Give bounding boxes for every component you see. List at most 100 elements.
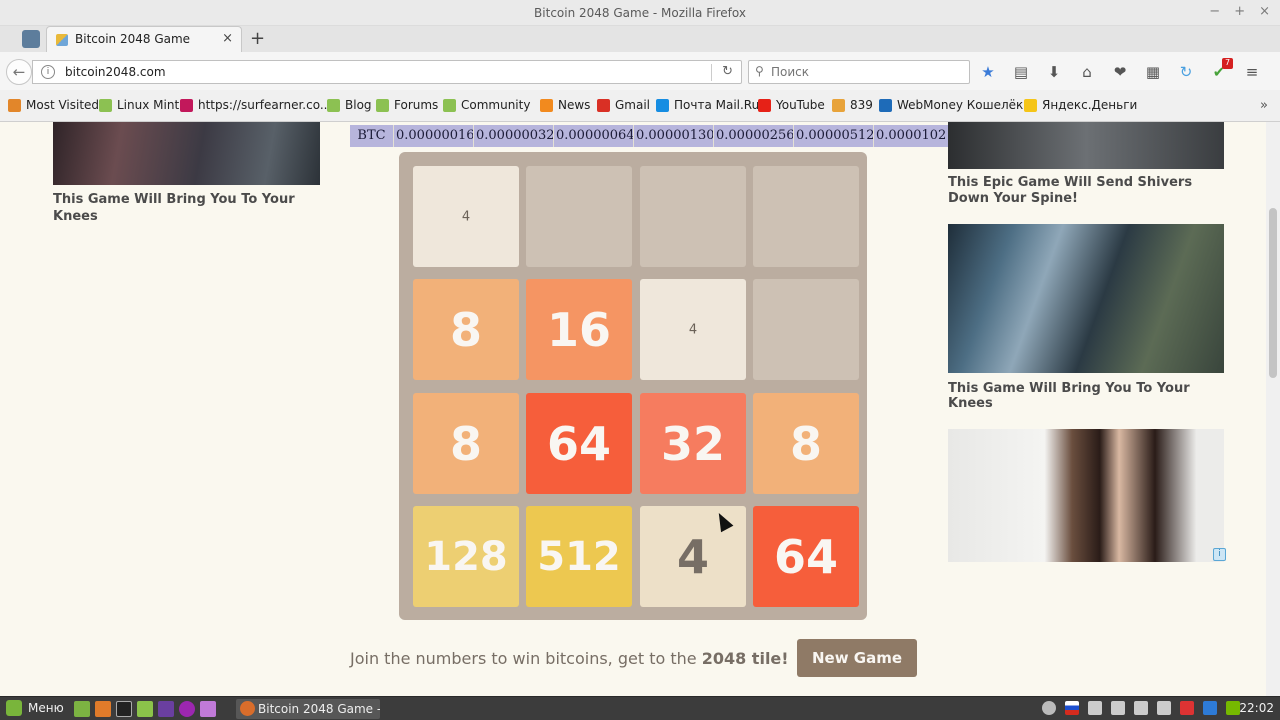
- bookmark-839[interactable]: 839: [832, 98, 873, 112]
- maximize-icon[interactable]: +: [1234, 4, 1245, 19]
- bookmark-linux-mint-icon: [99, 98, 112, 112]
- right-ad-image-2[interactable]: [948, 224, 1224, 373]
- reload-icon[interactable]: ↻: [722, 64, 733, 79]
- right-ad-image-3[interactable]: [948, 429, 1224, 562]
- tile-value: 32: [660, 416, 725, 471]
- bookmarks-bar: Most Visited Linux Mint https://surfearner…: [0, 90, 1280, 122]
- bookmark-community-icon: [443, 98, 456, 112]
- shield-icon[interactable]: [1203, 701, 1217, 715]
- bookmark-blog[interactable]: Blog: [327, 98, 372, 112]
- back-button[interactable]: ←: [6, 59, 32, 85]
- tile-8: 8: [753, 393, 859, 494]
- close-window-icon[interactable]: ×: [1259, 4, 1270, 19]
- bookmark-youtube[interactable]: YouTube: [758, 98, 825, 112]
- bookmark-youtube-icon: [758, 98, 771, 112]
- media-launcher-icon[interactable]: [179, 701, 195, 717]
- bookmark-community[interactable]: Community: [443, 98, 530, 112]
- pocket-icon[interactable]: ❤: [1110, 62, 1130, 82]
- bookmark-yandex-money[interactable]: Яндекс.Деньги: [1024, 98, 1137, 112]
- clipboard-icon[interactable]: [1157, 701, 1171, 715]
- tile-8: 8: [413, 279, 519, 380]
- bookmark-surfearner[interactable]: https://surfearner.co...: [180, 98, 331, 112]
- extension-icon[interactable]: ▦: [1143, 62, 1163, 82]
- app-launcher-icon[interactable]: [158, 701, 174, 717]
- bookmark-linux-mint[interactable]: Linux Mint: [99, 98, 179, 112]
- url-bar[interactable]: i bitcoin2048.com ↻: [32, 60, 742, 84]
- minimize-icon[interactable]: −: [1209, 4, 1220, 19]
- search-input[interactable]: [771, 64, 961, 80]
- bookmark-label: Linux Mint: [117, 98, 180, 112]
- terminal-launcher-icon[interactable]: [116, 701, 132, 717]
- download-icon[interactable]: ⬇: [1044, 62, 1064, 82]
- join-bold: 2048 tile!: [701, 649, 789, 668]
- tile-value: 4: [676, 529, 709, 584]
- network-icon[interactable]: [1088, 701, 1102, 715]
- reading-list-icon[interactable]: ▤: [1011, 62, 1031, 82]
- bookmark-label: Most Visited: [26, 98, 100, 112]
- volume-icon[interactable]: [1111, 701, 1125, 715]
- bookmark-webmoney[interactable]: WebMoney Кошелёк »: [879, 98, 1034, 112]
- tile-64: 64: [753, 506, 859, 607]
- tile-value: 8: [449, 302, 482, 357]
- home-icon[interactable]: ⌂: [1077, 62, 1097, 82]
- left-ad-image[interactable]: [53, 122, 320, 185]
- new-tab-button[interactable]: +: [250, 28, 265, 49]
- user-icon[interactable]: [1042, 701, 1056, 715]
- right-ad-caption-1[interactable]: This Epic Game Will Send Shivers Down Yo…: [948, 175, 1218, 207]
- tab-bitcoin-2048[interactable]: Bitcoin 2048 Game ×: [46, 26, 242, 53]
- tile-empty: [526, 166, 632, 267]
- bookmark-yandex-money-icon: [1024, 98, 1037, 112]
- start-menu-button[interactable]: Меню: [6, 700, 64, 716]
- firefox-task-icon: [240, 701, 255, 716]
- tab-close-icon[interactable]: ×: [222, 31, 233, 46]
- bookmark-most-visited-icon: [8, 98, 21, 112]
- scrollbar-thumb[interactable]: [1269, 208, 1277, 378]
- bookmark-star-icon[interactable]: ★: [978, 62, 998, 82]
- hamburger-menu-icon[interactable]: ≡: [1242, 62, 1262, 82]
- recorder-icon[interactable]: [1180, 701, 1194, 715]
- bookmark-news[interactable]: News: [540, 98, 590, 112]
- menu-label: Меню: [28, 701, 64, 715]
- bookmark-label: YouTube: [776, 98, 825, 112]
- bookmark-news-icon: [540, 98, 553, 112]
- search-icon: ⚲: [755, 64, 764, 78]
- tile-value: 64: [773, 529, 838, 584]
- left-ad-caption[interactable]: This Game Will Bring You To Your Knees: [53, 191, 313, 225]
- clock: 22:02: [1239, 701, 1274, 715]
- bookmark-most-visited[interactable]: Most Visited: [8, 98, 99, 112]
- game-board[interactable]: 4 8 16 4 8 64 32 8 128 512 4 64: [399, 152, 867, 620]
- bookmark-gmail[interactable]: Gmail: [597, 98, 650, 112]
- image-launcher-icon[interactable]: [200, 701, 216, 717]
- bookmark-gmail-icon: [597, 98, 610, 112]
- right-ad-caption-2[interactable]: This Game Will Bring You To Your Knees: [948, 381, 1218, 411]
- btc-price-row: BTC 0.00000016 0.00000032 0.00000064 0.00000…: [350, 125, 948, 147]
- tile-value: 8: [449, 416, 482, 471]
- search-bar[interactable]: ⚲: [748, 60, 970, 84]
- bookmarks-overflow-chevron-icon[interactable]: »: [1260, 98, 1268, 113]
- bookmark-forums[interactable]: Forums: [376, 98, 438, 112]
- tile-value: 64: [546, 416, 611, 471]
- addon-badge-icon[interactable]: ✔ 7: [1209, 58, 1233, 82]
- battery-icon[interactable]: [1134, 701, 1148, 715]
- bookmark-surfearner-icon: [180, 98, 193, 112]
- bookmark-label: 839: [850, 98, 873, 112]
- firefox-launcher-icon[interactable]: [95, 701, 111, 717]
- tile-empty: [753, 166, 859, 267]
- tab-groups-icon[interactable]: [22, 30, 40, 48]
- tile-value: 128: [424, 533, 508, 580]
- join-text: Join the numbers to win bitcoins, get to…: [350, 649, 702, 668]
- keyboard-layout-icon[interactable]: [1065, 701, 1079, 715]
- taskbar-window-firefox[interactable]: Bitcoin 2048 Game - ...: [236, 699, 380, 719]
- show-desktop-icon[interactable]: [74, 701, 90, 717]
- url-text[interactable]: bitcoin2048.com: [65, 65, 166, 79]
- nvidia-icon[interactable]: [1226, 701, 1240, 715]
- site-info-icon[interactable]: i: [41, 65, 55, 79]
- sync-icon[interactable]: ↻: [1176, 62, 1196, 82]
- adchoices-icon[interactable]: i: [1213, 548, 1226, 561]
- page-scrollbar[interactable]: [1266, 122, 1280, 696]
- right-ad-image-1[interactable]: [948, 122, 1224, 169]
- new-game-button[interactable]: New Game: [797, 639, 917, 677]
- files-launcher-icon[interactable]: [137, 701, 153, 717]
- bookmark-mail-ru[interactable]: Почта Mail.Ru: [656, 98, 759, 112]
- btc-price-cell: 0.00000032: [474, 125, 554, 147]
